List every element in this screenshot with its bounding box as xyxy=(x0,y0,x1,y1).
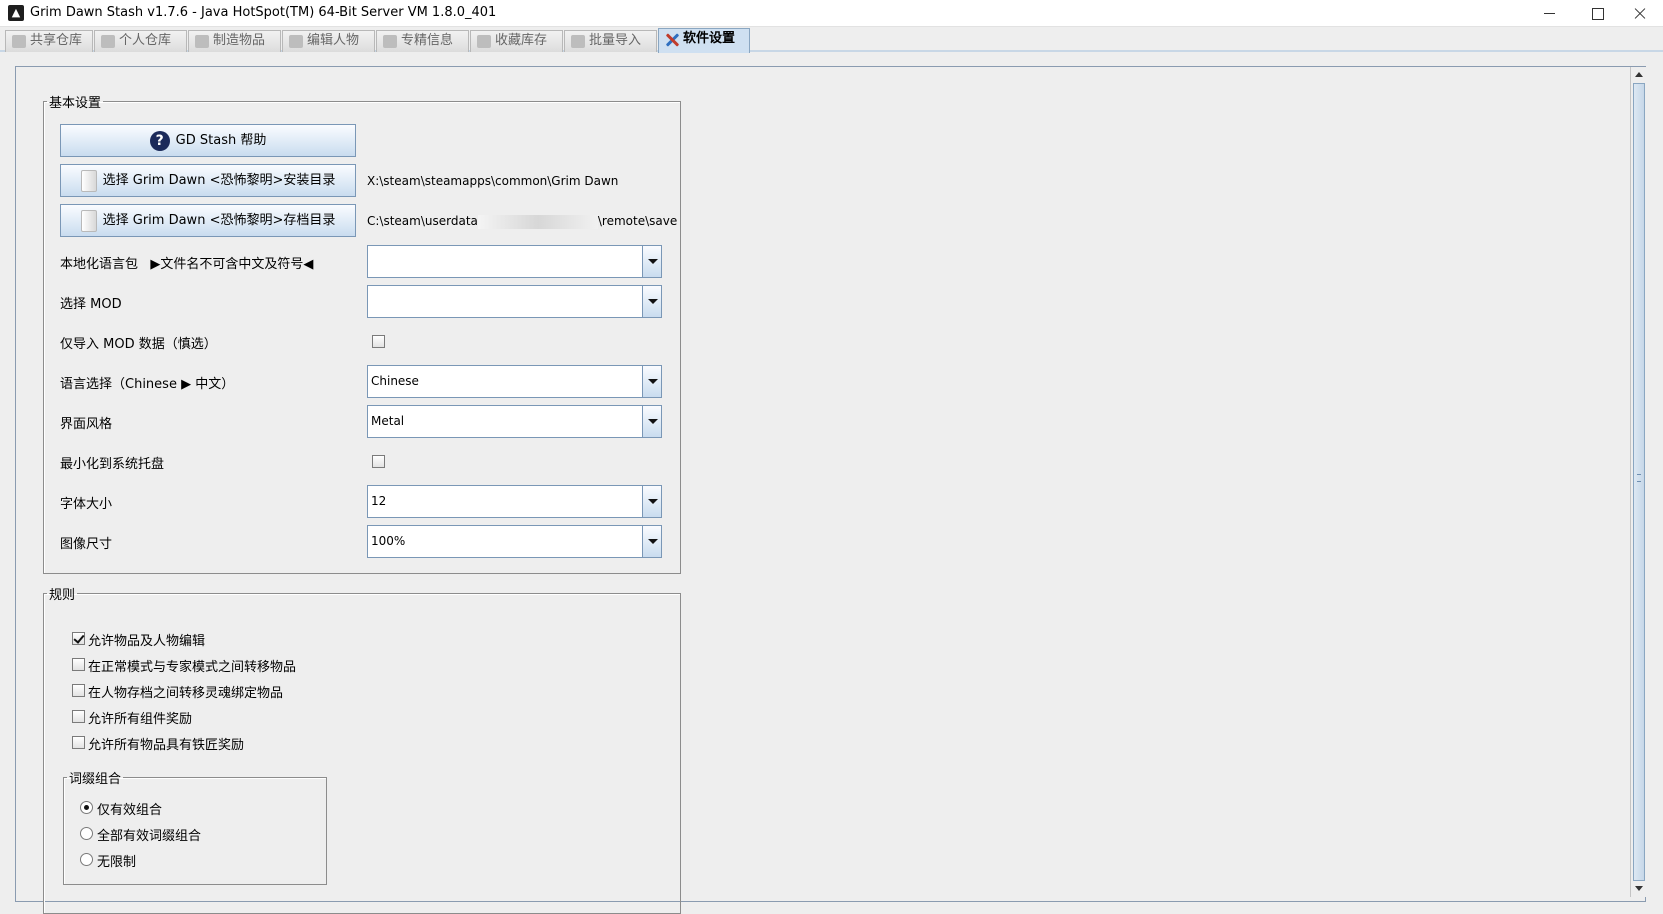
affix-unlimited-label: 无限制 xyxy=(97,855,137,870)
scroll-up-arrow-icon[interactable] xyxy=(1631,67,1647,83)
all-component-bonus-checkbox[interactable] xyxy=(72,710,85,723)
blacksmith-bonus-checkbox[interactable] xyxy=(72,736,85,749)
tab-bar: 共享仓库 个人仓库 制造物品 编辑人物 专精信息 收藏库存 批量导入 软件设置 xyxy=(0,28,1663,53)
tab-label: 批量导入 xyxy=(589,33,642,48)
style-select[interactable]: Metal xyxy=(367,405,662,438)
localization-label: 本地化语言包 ▶文件名不可含中文及符号◀ xyxy=(60,253,313,272)
shared-stash-icon xyxy=(12,35,26,48)
affix-valid-only-radio[interactable] xyxy=(80,801,93,814)
font-size-label: 字体大小 xyxy=(60,497,113,512)
tab-label: 制造物品 xyxy=(213,33,266,48)
rules-legend: 规则 xyxy=(49,588,76,603)
mod-only-checkbox[interactable] xyxy=(372,335,385,348)
image-size-select[interactable]: 100% xyxy=(367,525,662,558)
tab-label: 编辑人物 xyxy=(307,33,360,48)
save-dir-path-suffix: \remote\save xyxy=(597,214,678,228)
minimize-button[interactable] xyxy=(1525,0,1573,27)
affix-combination-legend: 词缀组合 xyxy=(69,772,122,787)
scroll-down-arrow-icon[interactable] xyxy=(1631,881,1647,897)
tab-craft[interactable]: 制造物品 xyxy=(188,30,281,52)
tab-label: 收藏库存 xyxy=(495,33,548,48)
window-title: Grim Dawn Stash v1.7.6 - Java HotSpot(TM… xyxy=(30,5,497,20)
minimize-tray-label: 最小化到系统托盘 xyxy=(60,457,165,472)
allow-edit-label: 允许物品及人物编辑 xyxy=(88,634,206,649)
tab-personal-stash[interactable]: 个人仓库 xyxy=(94,30,187,52)
save-dir-path: C:\steam\userdata \remote\save xyxy=(367,214,677,229)
import-icon xyxy=(571,35,585,48)
help-icon: ? xyxy=(149,130,170,151)
help-button-label: GD Stash 帮助 xyxy=(175,133,267,148)
craft-icon xyxy=(195,35,209,48)
affix-all-valid-radio[interactable] xyxy=(80,827,93,840)
transfer-mode-label: 在正常模式与专家模式之间转移物品 xyxy=(88,660,297,675)
redacted-path-segment xyxy=(477,214,598,229)
image-size-label: 图像尺寸 xyxy=(60,537,113,552)
mod-select[interactable] xyxy=(367,285,662,318)
tab-collection[interactable]: 收藏库存 xyxy=(470,30,563,52)
tab-shared-stash[interactable]: 共享仓库 xyxy=(5,30,93,52)
tab-label: 专精信息 xyxy=(401,33,454,48)
save-dir-button-label: 选择 Grim Dawn <恐怖黎明>存档目录 xyxy=(102,213,336,228)
font-size-select[interactable]: 12 xyxy=(367,485,662,518)
chevron-down-icon[interactable] xyxy=(642,246,661,277)
title-bar: ▲ Grim Dawn Stash v1.7.6 - Java HotSpot(… xyxy=(0,0,1663,27)
install-dir-button[interactable]: 选择 Grim Dawn <恐怖黎明>安装目录 xyxy=(60,164,356,197)
chevron-down-icon[interactable] xyxy=(642,486,661,517)
font-size-value: 12 xyxy=(371,494,387,508)
language-value: Chinese xyxy=(371,374,419,388)
vertical-scrollbar[interactable] xyxy=(1630,67,1646,897)
help-button[interactable]: ? GD Stash 帮助 xyxy=(60,124,356,157)
folder-icon xyxy=(80,209,97,232)
tab-import[interactable]: 批量导入 xyxy=(564,30,657,52)
localization-label-text: 本地化语言包 xyxy=(60,257,139,272)
minimize-tray-checkbox[interactable] xyxy=(372,455,385,468)
tab-label: 软件设置 xyxy=(683,31,736,46)
install-dir-button-label: 选择 Grim Dawn <恐怖黎明>安装目录 xyxy=(102,173,336,188)
chevron-down-icon[interactable] xyxy=(642,526,661,557)
language-label: 语言选择（Chinese ▶ 中文） xyxy=(60,377,235,392)
tab-label: 个人仓库 xyxy=(119,33,172,48)
transfer-soulbound-label: 在人物存档之间转移灵魂绑定物品 xyxy=(88,686,284,701)
image-size-value: 100% xyxy=(371,534,406,548)
affix-valid-only-label: 仅有效组合 xyxy=(97,803,163,818)
chevron-down-icon[interactable] xyxy=(642,366,661,397)
style-value: Metal xyxy=(371,414,405,428)
style-label: 界面风格 xyxy=(60,417,113,432)
tab-label: 共享仓库 xyxy=(30,33,83,48)
affix-all-valid-label: 全部有效词缀组合 xyxy=(97,829,202,844)
scroll-thumb[interactable] xyxy=(1633,83,1645,881)
basic-settings-legend: 基本设置 xyxy=(49,96,102,111)
tab-character[interactable]: 编辑人物 xyxy=(282,30,375,52)
chevron-down-icon[interactable] xyxy=(642,406,661,437)
scroll-grip-icon xyxy=(1637,474,1641,482)
maximize-button[interactable] xyxy=(1573,0,1621,27)
save-dir-button[interactable]: 选择 Grim Dawn <恐怖黎明>存档目录 xyxy=(60,204,356,237)
transfer-mode-checkbox[interactable] xyxy=(72,658,85,671)
install-dir-path: X:\steam\steamapps\common\Grim Dawn xyxy=(367,174,619,188)
character-icon xyxy=(289,35,303,48)
tools-icon xyxy=(665,33,679,46)
close-button[interactable] xyxy=(1617,0,1663,27)
localization-hint: ▶文件名不可含中文及符号◀ xyxy=(150,257,314,272)
mastery-icon xyxy=(383,35,397,48)
language-select[interactable]: Chinese xyxy=(367,365,662,398)
tab-settings[interactable]: 软件设置 xyxy=(658,28,750,53)
collection-icon xyxy=(477,35,491,48)
all-component-bonus-label: 允许所有组件奖励 xyxy=(88,712,193,727)
personal-stash-icon xyxy=(101,35,115,48)
blacksmith-bonus-label: 允许所有物品具有铁匠奖励 xyxy=(88,738,245,753)
folder-icon xyxy=(80,169,97,192)
transfer-soulbound-checkbox[interactable] xyxy=(72,684,85,697)
mod-label: 选择 MOD xyxy=(60,297,122,312)
app-icon: ▲ xyxy=(8,5,24,21)
chevron-down-icon[interactable] xyxy=(642,286,661,317)
localization-select[interactable] xyxy=(367,245,662,278)
allow-edit-checkbox[interactable] xyxy=(72,632,85,645)
affix-unlimited-radio[interactable] xyxy=(80,853,93,866)
save-dir-path-prefix: C:\steam\userdata xyxy=(367,214,478,228)
mod-only-label: 仅导入 MOD 数据（慎选） xyxy=(60,337,217,352)
tab-mastery[interactable]: 专精信息 xyxy=(376,30,469,52)
